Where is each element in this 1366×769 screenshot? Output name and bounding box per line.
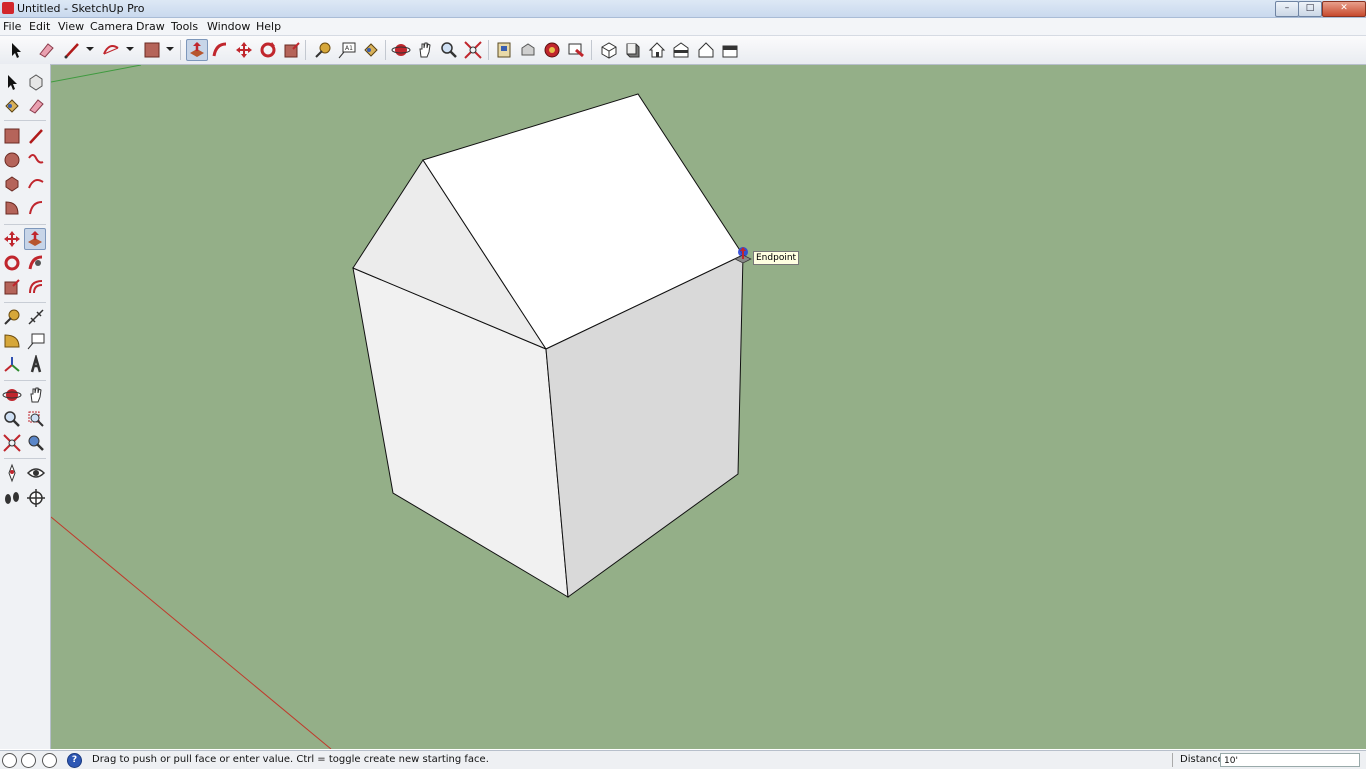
- menu-camera[interactable]: Camera: [90, 20, 133, 33]
- zoom-tool-icon[interactable]: [2, 409, 22, 429]
- green-axis: [51, 65, 142, 83]
- pie-tool-icon[interactable]: [2, 198, 22, 218]
- scale-tool-icon[interactable]: [2, 277, 22, 297]
- rectangle-tool-icon[interactable]: [2, 126, 22, 146]
- iso-view-icon[interactable]: [599, 40, 619, 60]
- close-button[interactable]: ✕: [1322, 1, 1366, 17]
- menu-file[interactable]: File: [3, 20, 21, 33]
- pan-tool-icon[interactable]: [26, 385, 46, 405]
- measurements-label: Distance: [1180, 754, 1224, 765]
- user-icon[interactable]: [42, 753, 57, 768]
- orbit-tool-icon[interactable]: [2, 385, 22, 405]
- endpoint-tooltip: Endpoint: [753, 251, 800, 265]
- eraser-tool-icon[interactable]: [36, 40, 56, 60]
- position-camera-tool-icon[interactable]: [2, 463, 22, 483]
- two-point-arc-tool-icon[interactable]: [26, 198, 46, 218]
- tape-measure-tool-icon[interactable]: [2, 307, 22, 327]
- menu-tools[interactable]: Tools: [171, 20, 198, 33]
- rotate-tool-icon[interactable]: [258, 40, 278, 60]
- tool-palette: [0, 64, 51, 749]
- line-tool-icon[interactable]: [62, 40, 82, 60]
- 3d-scene[interactable]: [51, 65, 1366, 749]
- drawing-viewport[interactable]: Endpoint: [51, 65, 1366, 749]
- circle-tool-icon[interactable]: [2, 150, 22, 170]
- text-tool-icon[interactable]: A1: [337, 40, 357, 60]
- push-pull-tool-icon[interactable]: [186, 39, 208, 61]
- line-dropdown-icon[interactable]: [86, 47, 94, 51]
- axes-tool-icon[interactable]: [2, 355, 22, 375]
- move-tool-icon[interactable]: [2, 229, 22, 249]
- help-icon[interactable]: ?: [67, 753, 82, 768]
- protractor-tool-icon[interactable]: [2, 331, 22, 351]
- menu-draw[interactable]: Draw: [136, 20, 165, 33]
- walk-footprints-icon[interactable]: [2, 488, 22, 508]
- rectangle-tool-icon[interactable]: [142, 40, 162, 60]
- red-axis: [51, 516, 332, 749]
- zoom-window-tool-icon[interactable]: [26, 409, 46, 429]
- 3d-warehouse-icon[interactable]: [494, 40, 514, 60]
- vcb-divider: [1172, 753, 1173, 767]
- look-around-eye-icon[interactable]: [26, 463, 46, 483]
- follow-me-tool-icon[interactable]: [210, 40, 230, 60]
- menu-view[interactable]: View: [58, 20, 84, 33]
- title-bar: Untitled - SketchUp Pro – □ ✕: [0, 0, 1366, 18]
- paint-bucket-tool-icon[interactable]: [2, 96, 22, 116]
- offset-tool-icon[interactable]: [26, 277, 46, 297]
- paint-bucket-tool-icon[interactable]: [361, 40, 381, 60]
- top-view-icon[interactable]: [623, 40, 643, 60]
- eraser-tool-icon[interactable]: [26, 96, 46, 116]
- minimize-button[interactable]: –: [1275, 1, 1299, 17]
- back-view-icon[interactable]: [696, 40, 716, 60]
- scale-tool-icon[interactable]: [282, 40, 302, 60]
- right-view-icon[interactable]: [671, 40, 691, 60]
- follow-me-tool-icon[interactable]: [26, 253, 46, 273]
- status-bar: ? Drag to push or pull face or enter val…: [0, 750, 1366, 769]
- maximize-button[interactable]: □: [1298, 1, 1322, 17]
- menu-bar: File Edit View Camera Draw Tools Window …: [0, 18, 1366, 36]
- rectangle-dropdown-icon[interactable]: [166, 47, 174, 51]
- orbit-tool-icon[interactable]: [391, 40, 411, 60]
- layout-icon[interactable]: [542, 40, 562, 60]
- tape-measure-tool-icon[interactable]: [313, 40, 333, 60]
- window-title: Untitled - SketchUp Pro: [17, 2, 145, 15]
- text-tool-icon[interactable]: [26, 331, 46, 351]
- measurements-input[interactable]: 10': [1220, 753, 1360, 767]
- sketchup-app-icon: [2, 2, 14, 14]
- rotate-tool-icon[interactable]: [2, 253, 22, 273]
- push-pull-tool-icon[interactable]: [24, 228, 46, 250]
- main-toolbar: A1: [0, 36, 1366, 65]
- zoom-tool-icon[interactable]: [439, 40, 459, 60]
- menu-help[interactable]: Help: [256, 20, 281, 33]
- section-plane-tool-icon[interactable]: [26, 488, 46, 508]
- extension-warehouse-icon[interactable]: [518, 40, 538, 60]
- make-component-tool-icon[interactable]: [26, 72, 46, 92]
- left-view-icon[interactable]: [720, 40, 740, 60]
- pan-tool-icon[interactable]: [415, 40, 435, 60]
- menu-edit[interactable]: Edit: [29, 20, 50, 33]
- select-tool-icon[interactable]: [6, 40, 26, 60]
- line-tool-icon[interactable]: [26, 126, 46, 146]
- freehand-tool-icon[interactable]: [26, 150, 46, 170]
- svg-text:A1: A1: [345, 45, 353, 52]
- front-view-icon[interactable]: [647, 40, 667, 60]
- move-tool-icon[interactable]: [234, 40, 254, 60]
- menu-window[interactable]: Window: [207, 20, 250, 33]
- select-tool-icon[interactable]: [2, 72, 22, 92]
- arc-dropdown-icon[interactable]: [126, 47, 134, 51]
- 3d-text-tool-icon[interactable]: [26, 355, 46, 375]
- arc-tool-icon[interactable]: [26, 174, 46, 194]
- status-message: Drag to push or pull face or enter value…: [92, 754, 489, 765]
- arc-tool-icon[interactable]: [101, 40, 121, 60]
- polygon-tool-icon[interactable]: [2, 174, 22, 194]
- zoom-extents-tool-icon[interactable]: [2, 433, 22, 453]
- previous-view-tool-icon[interactable]: [26, 433, 46, 453]
- credits-icon[interactable]: [21, 753, 36, 768]
- zoom-extents-tool-icon[interactable]: [463, 40, 483, 60]
- dimension-tool-icon[interactable]: [26, 307, 46, 327]
- style-builder-icon[interactable]: [566, 40, 586, 60]
- geolocation-icon[interactable]: [2, 753, 17, 768]
